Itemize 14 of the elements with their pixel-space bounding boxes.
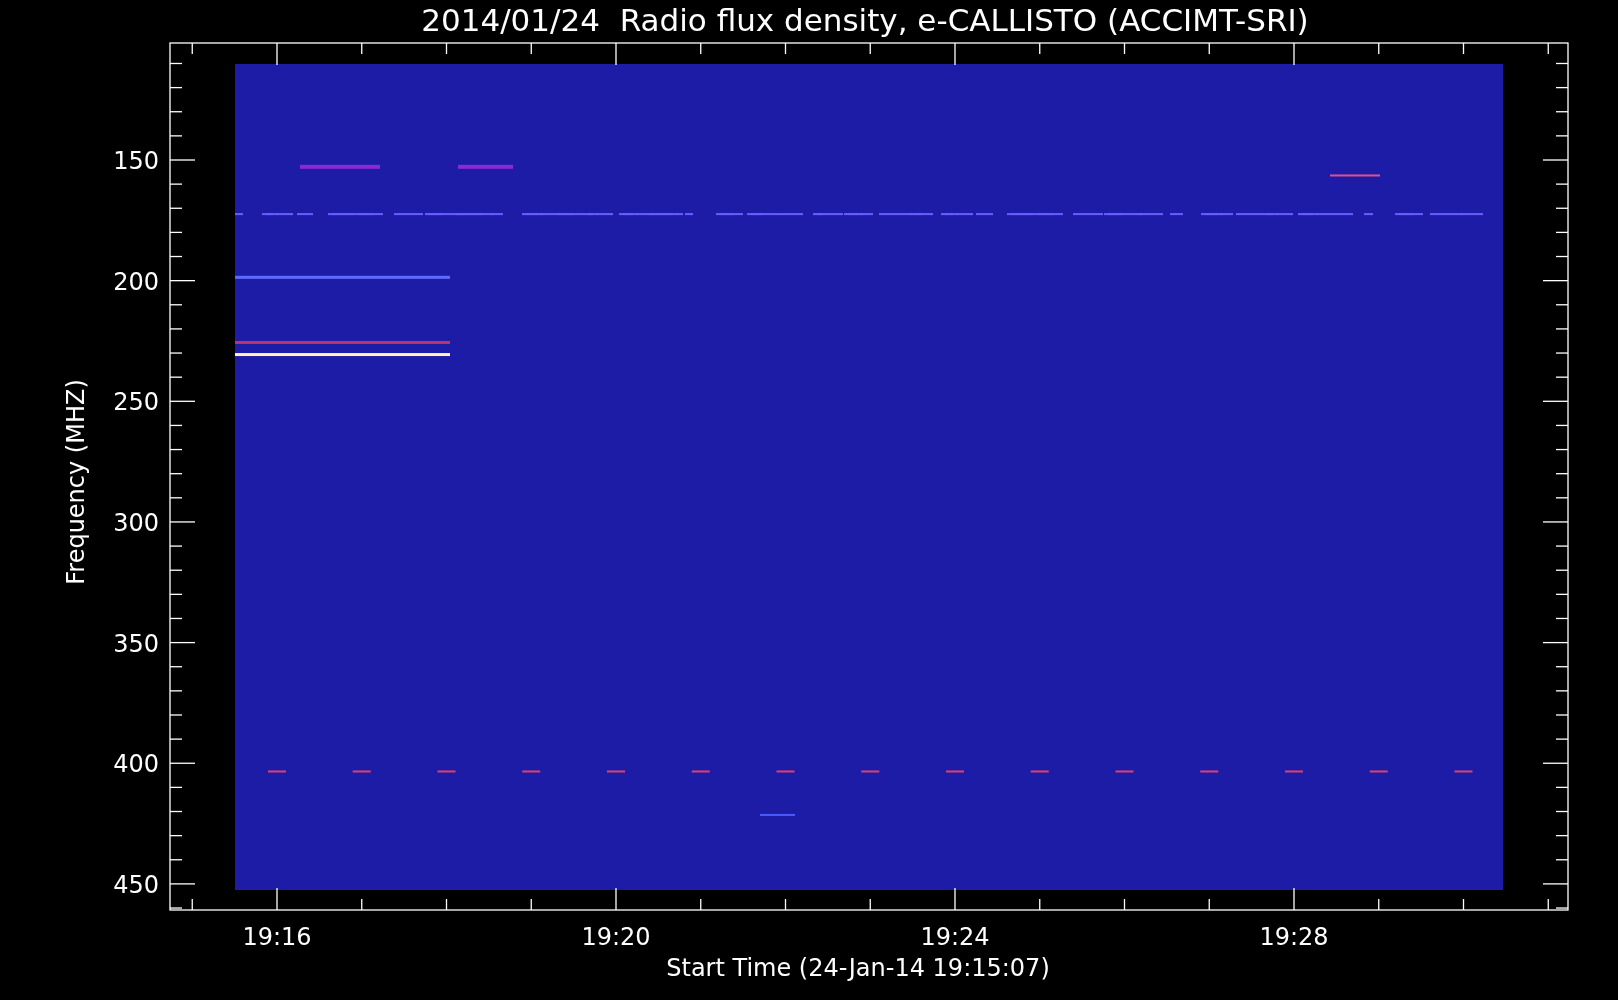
- tick-label: 250: [113, 388, 159, 417]
- tick-label: 19:20: [581, 923, 651, 951]
- tick-label: 350: [113, 629, 159, 658]
- tick-label: 19:28: [1259, 923, 1329, 951]
- tick-label: 19:24: [920, 923, 990, 951]
- tick-label: 400: [113, 750, 159, 779]
- tick-label: 150: [113, 147, 159, 175]
- axis-label: Frequency (MHZ): [62, 379, 90, 585]
- tick-label: 200: [113, 267, 159, 296]
- tick-label: 19:16: [242, 923, 312, 951]
- tick-label: 450: [113, 870, 159, 899]
- chart-title: 2014/01/24 Radio flux density, e-CALLISTO (ACCIMT-SRI): [421, 2, 1309, 38]
- axis-label: Start Time (24-Jan-14 19:15:07): [666, 954, 1050, 982]
- tick-label: 300: [113, 508, 159, 537]
